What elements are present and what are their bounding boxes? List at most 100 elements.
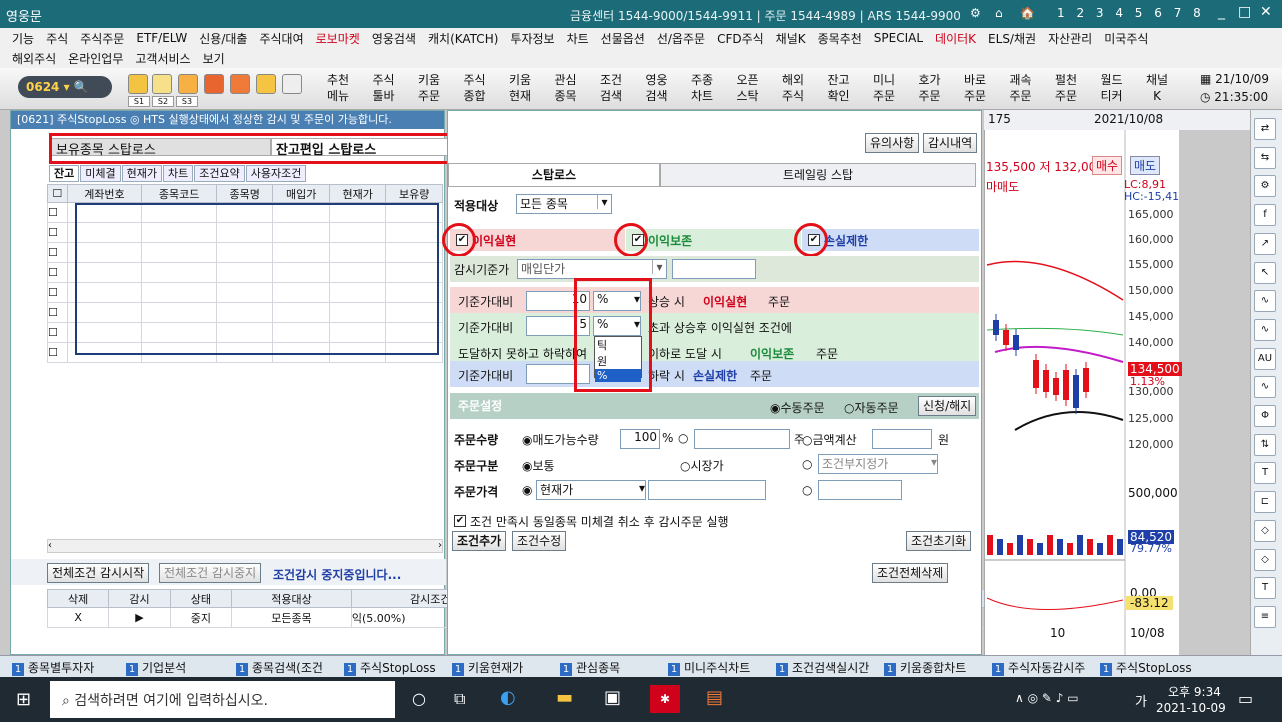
edge-icon[interactable]: ◐: [500, 687, 516, 708]
tray-icons[interactable]: ∧ ◎ ✎ ♪ ▭: [1015, 691, 1079, 705]
small-tab-1[interactable]: S2: [152, 96, 174, 107]
cortana-icon[interactable]: ○: [412, 689, 426, 708]
chart-sell-button[interactable]: 매도: [1130, 156, 1161, 175]
quick-button-12[interactable]: 미니 주문: [866, 72, 902, 104]
page-numbers[interactable]: 1 2 3 4 5 6 7 8: [1057, 6, 1205, 20]
tool-icon-7[interactable]: ∿: [1254, 318, 1276, 341]
save-icon[interactable]: [128, 74, 148, 94]
apply-cancel-button[interactable]: 신청/해지: [918, 396, 977, 416]
tool-icon-11[interactable]: ⇅: [1254, 433, 1276, 456]
type-cond-select[interactable]: 조건부지정가 ▾: [818, 454, 938, 474]
task-view-icon[interactable]: ⧉: [454, 689, 465, 709]
menu-item-8[interactable]: 캐치(KATCH): [428, 30, 498, 47]
type-cond-radio[interactable]: ○: [802, 457, 812, 471]
tool-icon-9[interactable]: ∿: [1254, 376, 1276, 399]
basis-select[interactable]: 매입단가 ▾: [517, 259, 667, 279]
quick-button-4[interactable]: 키움 현재: [502, 72, 538, 104]
menu-item-1[interactable]: 주식: [46, 30, 68, 47]
window-tab-7[interactable]: 1 조건검색실시간: [776, 659, 869, 676]
qty-radio[interactable]: ◉매도가능수량: [522, 431, 599, 448]
tool-icon-13[interactable]: ⊏: [1254, 491, 1276, 514]
hero-app-icon[interactable]: ✱: [650, 685, 680, 713]
row-checkbox[interactable]: ☐: [47, 282, 68, 303]
price-radio2[interactable]: ○: [802, 483, 812, 497]
row-checkbox[interactable]: ☐: [47, 222, 68, 243]
lock-icon[interactable]: [178, 74, 198, 94]
taskbar-search[interactable]: ⌕ 검색하려면 여기에 입력하십시오.: [50, 681, 395, 718]
small-tab-0[interactable]: S1: [128, 96, 150, 107]
chart-buy-button[interactable]: 매수: [1092, 156, 1123, 175]
window-tab-10[interactable]: 1 주식StopLoss: [1100, 659, 1192, 676]
basis-stepper[interactable]: [672, 259, 756, 279]
store-icon[interactable]: ▣: [604, 687, 621, 708]
quick-button-0[interactable]: 추천 메뉴: [320, 72, 356, 104]
quick-button-5[interactable]: 관심 종목: [548, 72, 584, 104]
delete-all-button[interactable]: 조건전체삭제: [872, 563, 949, 583]
row-checkbox[interactable]: ☐: [47, 262, 68, 283]
left-tab-4[interactable]: 조건요약: [194, 165, 245, 182]
quick-button-8[interactable]: 주종 차트: [684, 72, 720, 104]
quick-button-3[interactable]: 주식 종합: [457, 72, 493, 104]
camera-icon[interactable]: [204, 74, 224, 94]
tab-stoploss[interactable]: 스탑로스: [448, 163, 660, 187]
menu-item-15[interactable]: 종목추천: [818, 30, 862, 47]
menu-item-19[interactable]: 자산관리: [1048, 30, 1092, 47]
left-tab-3[interactable]: 차트: [163, 165, 194, 182]
menu2-item-3[interactable]: 보기: [203, 50, 225, 67]
notice-button[interactable]: 유의사항: [865, 133, 920, 153]
row-checkbox[interactable]: ☐: [47, 322, 68, 343]
qty-input2[interactable]: [694, 429, 790, 449]
qty-input[interactable]: 100: [620, 429, 660, 449]
window-tab-6[interactable]: 1 미니주식차트: [668, 659, 750, 676]
tool-icon-5[interactable]: ↖: [1254, 261, 1276, 284]
cond-cell-1[interactable]: ▶: [108, 607, 171, 628]
tool-icon-3[interactable]: f: [1254, 204, 1276, 227]
auto-order-radio[interactable]: ○자동주문: [844, 399, 899, 416]
tool-icon-17[interactable]: ≡: [1254, 605, 1276, 628]
stop-all-button[interactable]: 전체조건 감시중지: [159, 563, 262, 583]
price-radio[interactable]: ◉: [522, 483, 532, 497]
row-checkbox[interactable]: ☐: [47, 202, 68, 223]
h-scrollbar[interactable]: ‹ ›: [47, 539, 443, 553]
left-tab-0[interactable]: 잔고: [49, 165, 80, 182]
screen-icon[interactable]: [230, 74, 250, 94]
tool-icon-14[interactable]: ◇: [1254, 519, 1276, 542]
menu-item-13[interactable]: CFD주식: [717, 30, 764, 47]
notification-icon[interactable]: ▭: [1238, 689, 1253, 708]
house-icon[interactable]: 🏠: [1020, 6, 1035, 20]
quick-button-17[interactable]: 월드 티커: [1094, 72, 1130, 104]
select-all-checkbox[interactable]: ☐: [47, 184, 68, 203]
left-tab-5[interactable]: 사용자조건: [245, 165, 307, 182]
menu-item-0[interactable]: 기능: [12, 30, 34, 47]
window-tab-0[interactable]: 1 종목별투자자: [12, 659, 94, 676]
quick-button-11[interactable]: 잔고 확인: [821, 72, 857, 104]
menu-item-4[interactable]: 신용/대출: [199, 30, 247, 47]
window-tab-5[interactable]: 1 관심종목: [560, 659, 620, 676]
close-icon[interactable]: ✕: [1260, 4, 1272, 20]
price-select2[interactable]: [648, 480, 766, 500]
window-tab-2[interactable]: 1 종목검색(조건: [236, 659, 323, 676]
app-icon-2[interactable]: ▤: [706, 687, 723, 708]
menu2-item-1[interactable]: 온라인업무: [68, 50, 123, 67]
tool-icon-0[interactable]: ⇄: [1254, 118, 1276, 140]
quick-button-16[interactable]: 펄천 주문: [1048, 72, 1084, 104]
menu-item-2[interactable]: 주식주문: [80, 30, 124, 47]
quick-button-18[interactable]: 채널 K: [1139, 72, 1175, 104]
left-tab-1[interactable]: 미체결: [80, 165, 121, 182]
type-market-radio[interactable]: ○시장가: [680, 457, 724, 474]
menu-item-5[interactable]: 주식대여: [259, 30, 303, 47]
amount-calc-radio[interactable]: ○금액계산: [802, 431, 857, 448]
window-tab-4[interactable]: 1 키움현재가: [452, 659, 523, 676]
tool-icon-8[interactable]: AU: [1254, 347, 1276, 370]
menu-item-3[interactable]: ETF/ELW: [136, 31, 187, 45]
edit-condition-button[interactable]: 조건수정: [512, 531, 567, 551]
menu-item-9[interactable]: 투자정보: [510, 30, 554, 47]
price-select[interactable]: 현재가 ▾: [536, 480, 646, 500]
start-all-button[interactable]: 전체조건 감시시작: [47, 563, 150, 583]
quick-button-6[interactable]: 조건 검색: [593, 72, 629, 104]
quick-button-7[interactable]: 영웅 검색: [639, 72, 675, 104]
menu-item-16[interactable]: SPECIAL: [874, 31, 923, 45]
reset-condition-button[interactable]: 조건초기화: [906, 531, 972, 551]
window-tab-3[interactable]: 1 주식StopLoss: [344, 659, 436, 676]
tool-icon-10[interactable]: Φ: [1254, 405, 1276, 427]
